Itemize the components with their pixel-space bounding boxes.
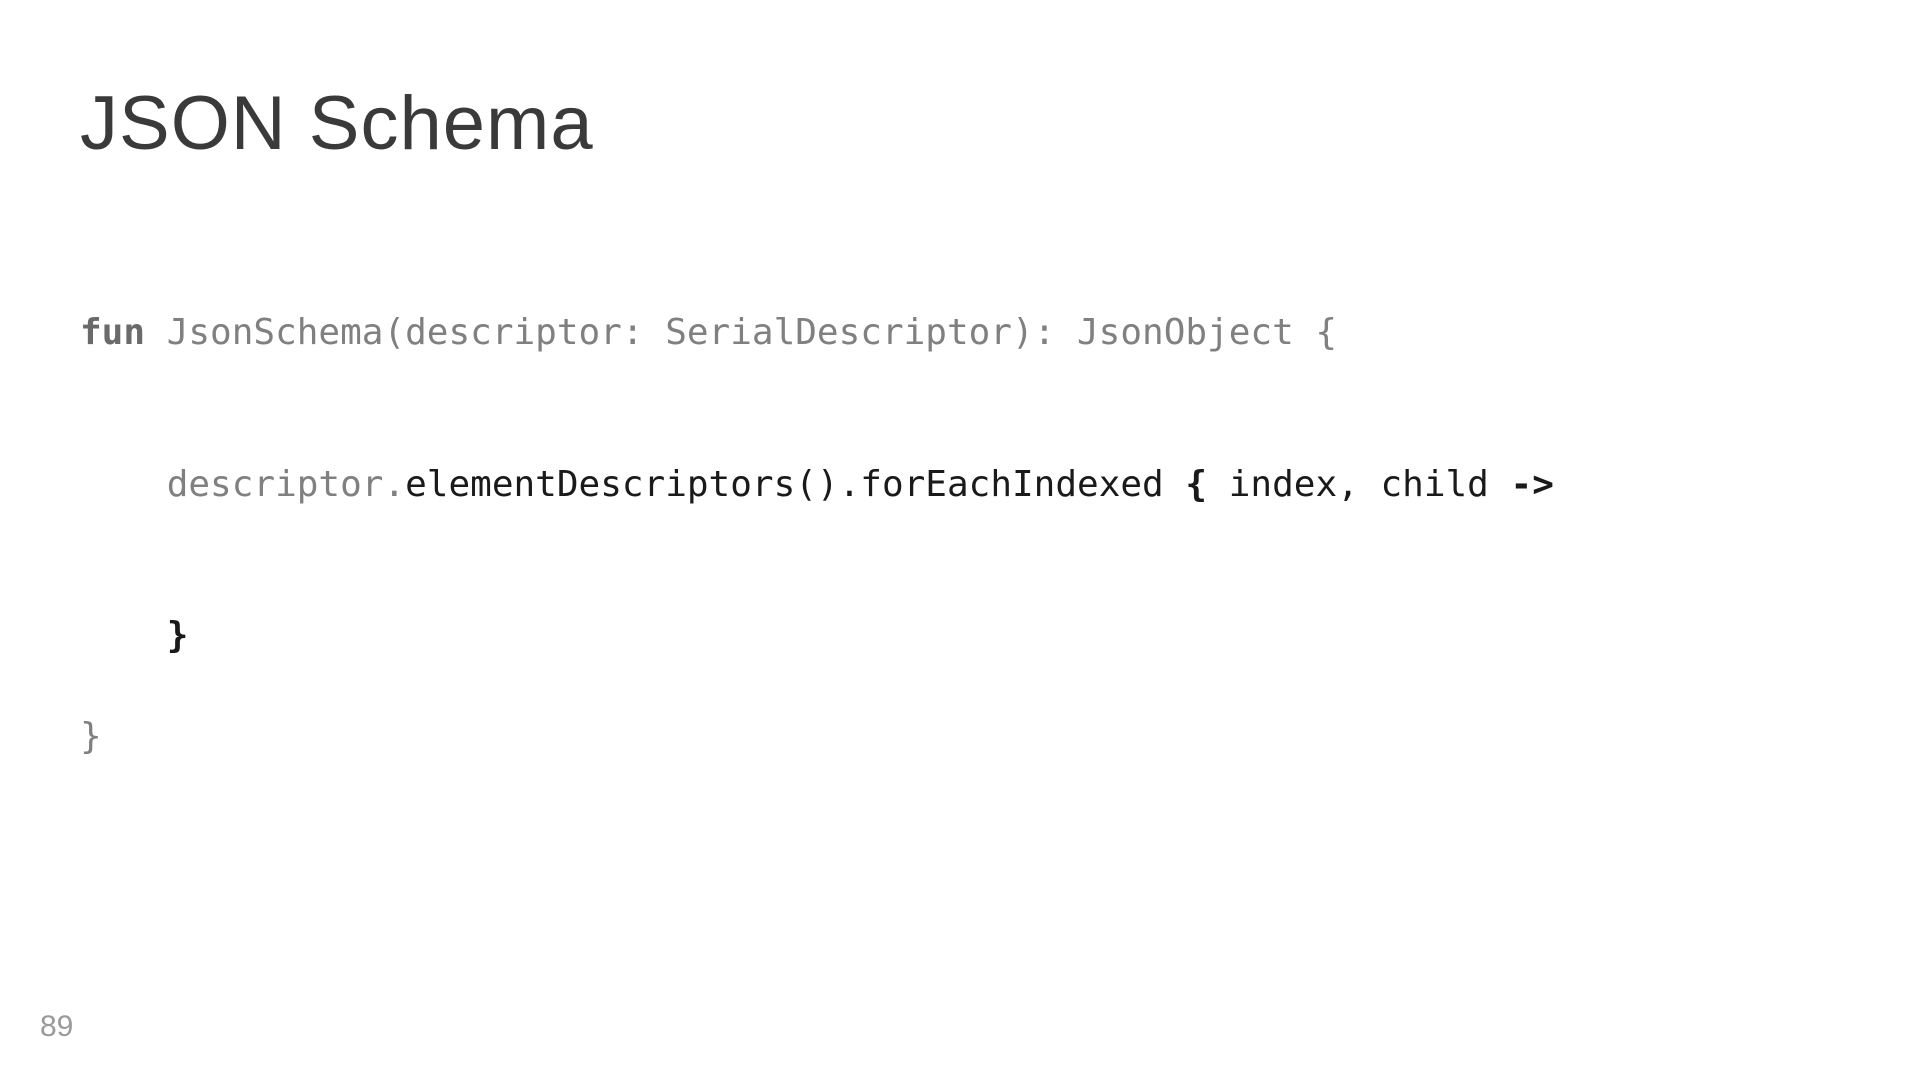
indent-5 bbox=[80, 615, 167, 656]
lambda-close: } bbox=[167, 615, 189, 656]
indent-3 bbox=[80, 464, 167, 505]
keyword-fun: fun bbox=[80, 312, 145, 353]
lambda-params: index, child bbox=[1207, 464, 1510, 505]
descriptor-ref: descriptor. bbox=[167, 464, 405, 505]
slide-title: JSON Schema bbox=[80, 80, 594, 167]
signature: JsonSchema(descriptor: SerialDescriptor)… bbox=[145, 312, 1337, 353]
code-line-1: fun JsonSchema(descriptor: SerialDescrip… bbox=[80, 308, 1554, 358]
method-call: elementDescriptors().forEachIndexed bbox=[405, 464, 1185, 505]
code-line-3: descriptor.elementDescriptors().forEachI… bbox=[80, 460, 1554, 510]
code-line-5: } bbox=[80, 611, 1554, 661]
lambda-open: { bbox=[1185, 464, 1207, 505]
page-number: 89 bbox=[40, 1010, 73, 1044]
code-line-6: } bbox=[80, 712, 1554, 762]
code-block: fun JsonSchema(descriptor: SerialDescrip… bbox=[80, 258, 1554, 812]
lambda-arrow: -> bbox=[1511, 464, 1554, 505]
